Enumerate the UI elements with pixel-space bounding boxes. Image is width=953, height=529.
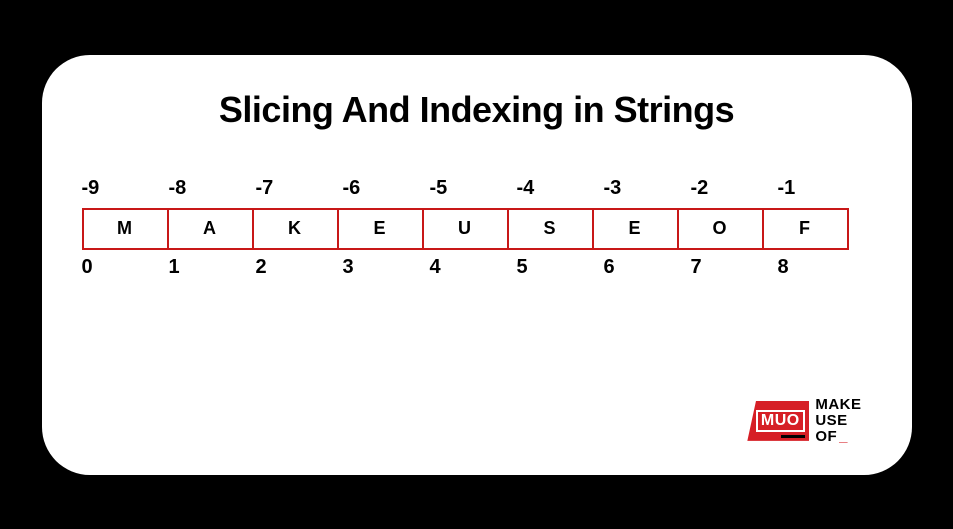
muo-logo: MUO MAKE USE OF_ <box>747 397 861 444</box>
neg-index-label: -6 <box>341 177 428 200</box>
logo-word-of: OF <box>815 429 837 445</box>
negative-index-row: -9 -8 -7 -6 -5 -4 -3 -2 -1 <box>82 177 872 200</box>
neg-index-label: -2 <box>689 177 776 200</box>
neg-index-label: -4 <box>515 177 602 200</box>
muo-badge-text: MUO <box>756 410 805 432</box>
pos-index-label: 7 <box>689 256 776 279</box>
muo-badge-icon: MUO <box>747 401 809 441</box>
string-index-diagram: -9 -8 -7 -6 -5 -4 -3 -2 -1 M A K E U S E… <box>82 177 872 279</box>
neg-index-label: -8 <box>167 177 254 200</box>
pos-index-label: 8 <box>776 256 863 279</box>
char-cell: K <box>252 208 339 250</box>
logo-word-make: MAKE <box>815 397 861 413</box>
logo-word-use: USE <box>815 413 861 429</box>
pos-index-label: 5 <box>515 256 602 279</box>
diagram-title: Slicing And Indexing in Strings <box>82 89 872 131</box>
pos-index-label: 2 <box>254 256 341 279</box>
neg-index-label: -1 <box>776 177 863 200</box>
char-cell: E <box>337 208 424 250</box>
pos-index-label: 6 <box>602 256 689 279</box>
char-cell: U <box>422 208 509 250</box>
neg-index-label: -9 <box>80 177 167 200</box>
neg-index-label: -3 <box>602 177 689 200</box>
char-cell: E <box>592 208 679 250</box>
pos-index-label: 4 <box>428 256 515 279</box>
char-cell: M <box>82 208 169 250</box>
pos-index-label: 0 <box>80 256 167 279</box>
neg-index-label: -7 <box>254 177 341 200</box>
char-cell: S <box>507 208 594 250</box>
pos-index-label: 1 <box>167 256 254 279</box>
char-cell: F <box>762 208 849 250</box>
logo-cursor-icon: _ <box>839 429 848 445</box>
char-cell: O <box>677 208 764 250</box>
character-cells-row: M A K E U S E O F <box>82 208 872 250</box>
pos-index-label: 3 <box>341 256 428 279</box>
neg-index-label: -5 <box>428 177 515 200</box>
char-cell: A <box>167 208 254 250</box>
muo-wordmark: MAKE USE OF_ <box>815 397 861 444</box>
positive-index-row: 0 1 2 3 4 5 6 7 8 <box>82 256 872 279</box>
diagram-card: Slicing And Indexing in Strings -9 -8 -7… <box>42 55 912 475</box>
